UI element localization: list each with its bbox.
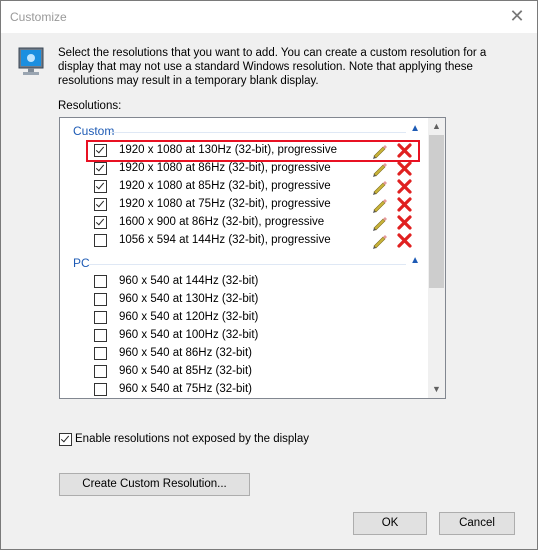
title-bar: Customize ✕ [1, 1, 537, 33]
resolutions-list[interactable]: Custom ▲ 1920 x 1080 at 130Hz (32-bit), … [59, 117, 446, 399]
resolution-row[interactable]: 960 x 540 at 85Hz (32-bit) [88, 363, 418, 381]
resolution-row[interactable]: 1056 x 594 at 144Hz (32-bit), progressiv… [88, 232, 418, 250]
delete-icon[interactable] [397, 215, 412, 230]
delete-icon[interactable] [397, 179, 412, 194]
window-title: Customize [10, 10, 67, 24]
group-divider [88, 264, 406, 265]
resolution-row[interactable]: 960 x 540 at 86Hz (32-bit) [88, 345, 418, 363]
description-text: Select the resolutions that you want to … [58, 47, 487, 87]
resolution-checkbox[interactable] [94, 180, 107, 193]
resolution-checkbox[interactable] [94, 198, 107, 211]
resolution-checkbox[interactable] [94, 347, 107, 360]
resolutions-label: Resolutions: [58, 100, 122, 112]
resolution-checkbox[interactable] [94, 144, 107, 157]
resolution-row[interactable]: 1600 x 900 at 86Hz (32-bit), progressive [88, 214, 418, 232]
customize-dialog: Customize ✕ Select the resolutions that … [0, 0, 538, 550]
resolution-checkbox[interactable] [94, 383, 107, 396]
group-header-pc[interactable]: PC ▲ [60, 254, 428, 272]
resolution-checkbox[interactable] [94, 275, 107, 288]
enable-resolutions-checkbox[interactable] [59, 433, 72, 446]
chevron-up-icon[interactable]: ▲ [410, 123, 420, 134]
delete-icon[interactable] [397, 161, 412, 176]
resolution-checkbox[interactable] [94, 162, 107, 175]
edit-pencil-icon[interactable] [371, 215, 387, 231]
resolution-label: 960 x 540 at 85Hz (32-bit) [119, 365, 252, 377]
group-divider [110, 132, 406, 133]
scroll-up-icon[interactable]: ▲ [428, 118, 445, 135]
resolution-row[interactable]: 1920 x 1080 at 130Hz (32-bit), progressi… [86, 140, 420, 162]
group-header-custom[interactable]: Custom ▲ [60, 122, 428, 140]
vertical-scrollbar[interactable]: ▲ ▼ [428, 118, 445, 398]
close-icon[interactable]: ✕ [507, 6, 527, 26]
edit-pencil-icon[interactable] [371, 197, 387, 213]
create-custom-resolution-button[interactable]: Create Custom Resolution... [59, 473, 250, 496]
ok-button[interactable]: OK [353, 512, 427, 535]
resolution-checkbox[interactable] [94, 329, 107, 342]
resolution-row[interactable]: 960 x 540 at 100Hz (32-bit) [88, 327, 418, 345]
delete-icon[interactable] [397, 233, 412, 248]
resolution-label: 1920 x 1080 at 130Hz (32-bit), progressi… [119, 144, 337, 156]
edit-pencil-icon[interactable] [371, 143, 387, 159]
delete-icon[interactable] [397, 143, 412, 158]
edit-pencil-icon[interactable] [371, 161, 387, 177]
resolution-row[interactable]: 1920 x 1080 at 85Hz (32-bit), progressiv… [88, 178, 418, 196]
scrollbar-thumb[interactable] [429, 135, 444, 288]
resolution-checkbox[interactable] [94, 234, 107, 247]
resolution-label: 1920 x 1080 at 75Hz (32-bit), progressiv… [119, 198, 331, 210]
group-label: PC [73, 256, 90, 270]
resolution-label: 960 x 540 at 120Hz (32-bit) [119, 311, 259, 323]
resolution-label: 1056 x 594 at 144Hz (32-bit), progressiv… [119, 234, 331, 246]
resolution-checkbox[interactable] [94, 216, 107, 229]
scroll-down-icon[interactable]: ▼ [428, 381, 445, 398]
monitor-icon [18, 47, 44, 75]
resolution-checkbox[interactable] [94, 365, 107, 378]
chevron-up-icon[interactable]: ▲ [410, 255, 420, 266]
resolution-checkbox[interactable] [94, 311, 107, 324]
resolution-label: 1600 x 900 at 86Hz (32-bit), progressive [119, 216, 325, 228]
resolution-row[interactable]: 1920 x 1080 at 75Hz (32-bit), progressiv… [88, 196, 418, 214]
resolution-checkbox[interactable] [94, 293, 107, 306]
resolution-row[interactable]: 960 x 540 at 75Hz (32-bit) [88, 381, 418, 398]
resolution-label: 1920 x 1080 at 85Hz (32-bit), progressiv… [119, 180, 331, 192]
enable-resolutions-label[interactable]: Enable resolutions not exposed by the di… [75, 433, 309, 445]
cancel-button[interactable]: Cancel [439, 512, 515, 535]
resolution-label: 960 x 540 at 144Hz (32-bit) [119, 275, 259, 287]
resolution-row[interactable]: 960 x 540 at 130Hz (32-bit) [88, 291, 418, 309]
delete-icon[interactable] [397, 197, 412, 212]
group-label: Custom [73, 124, 115, 138]
resolution-row[interactable]: 1920 x 1080 at 86Hz (32-bit), progressiv… [88, 160, 418, 178]
resolution-label: 960 x 540 at 86Hz (32-bit) [119, 347, 252, 359]
resolution-label: 1920 x 1080 at 86Hz (32-bit), progressiv… [119, 162, 331, 174]
resolution-label: 960 x 540 at 100Hz (32-bit) [119, 329, 259, 341]
resolution-row[interactable]: 960 x 540 at 144Hz (32-bit) [88, 273, 418, 291]
edit-pencil-icon[interactable] [371, 179, 387, 195]
resolution-label: 960 x 540 at 130Hz (32-bit) [119, 293, 259, 305]
edit-pencil-icon[interactable] [371, 233, 387, 249]
resolution-row[interactable]: 960 x 540 at 120Hz (32-bit) [88, 309, 418, 327]
resolution-label: 960 x 540 at 75Hz (32-bit) [119, 383, 252, 395]
